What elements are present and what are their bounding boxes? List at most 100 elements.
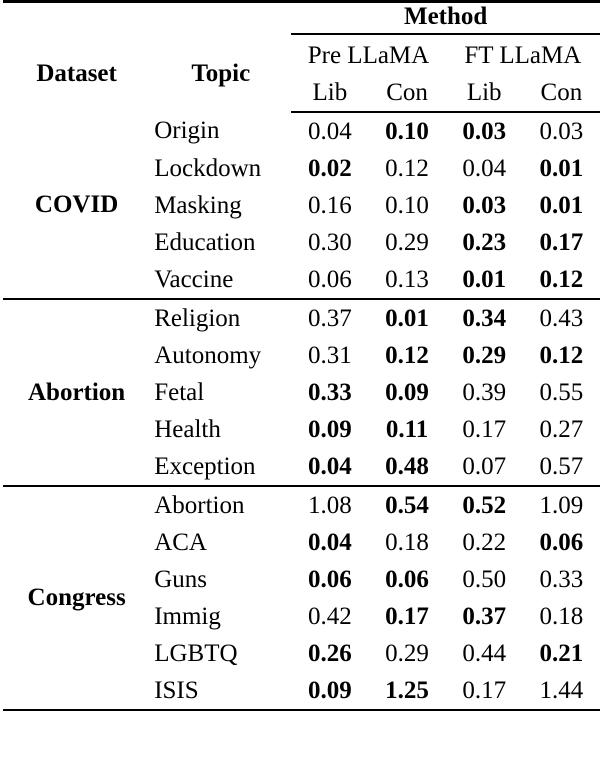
cell-ft-llama-con: 0.33 (539, 565, 584, 593)
cell-pre-llama-lib: 0.16 (308, 191, 352, 219)
topic-label: Exception (150, 448, 292, 487)
table-header: Method Dataset Topic Pre LLaMA FT LLaMA … (3, 0, 600, 113)
cell-pre-llama-lib: 0.04 (308, 528, 352, 556)
cell-pre-llama-lib: 0.04 (291, 448, 369, 487)
cell-pre-llama-con: 0.54 (385, 491, 429, 519)
cell-pre-llama-lib: 0.30 (308, 228, 352, 256)
column-header-pre-llama-lib: Lib (291, 74, 369, 113)
method-label: Method (403, 3, 488, 30)
cell-pre-llama-lib: 0.37 (308, 304, 352, 332)
cell-ft-llama-lib: 0.17 (445, 672, 523, 711)
header-row-groups: Dataset Topic Pre LLaMA FT LLaMA (3, 36, 600, 87)
cell-ft-llama-lib: 0.23 (462, 228, 507, 256)
topic-label: Health (154, 415, 221, 443)
results-table: Method Dataset Topic Pre LLaMA FT LLaMA … (3, 0, 600, 711)
column-header-ft-llama-con: Con (522, 74, 600, 113)
cell-ft-llama-lib: 0.07 (445, 448, 523, 487)
cell-ft-llama-con: 0.01 (539, 154, 584, 182)
cell-pre-llama-con: 0.29 (385, 228, 429, 256)
topic-label: Religion (154, 304, 241, 332)
cell-ft-llama-con: 0.01 (539, 191, 584, 219)
cell-ft-llama-con: 0.06 (539, 528, 584, 556)
topic-label: Vaccine (150, 261, 292, 300)
method-underline (291, 33, 600, 35)
cell-ft-llama-lib: 0.01 (445, 261, 523, 300)
topic-label: Guns (154, 565, 207, 593)
column-header-method: Method (291, 0, 600, 36)
cell-ft-llama-con: 0.12 (522, 261, 600, 300)
topic-label: Abortion (154, 491, 245, 519)
cell-pre-llama-lib: 0.04 (308, 117, 352, 145)
cell-pre-llama-lib: 0.06 (291, 261, 369, 300)
cell-pre-llama-lib: 1.08 (308, 491, 352, 519)
table-body: COVID Origin 0.04 0.10 0.03 0.03 Lockdown 0.02 0… (3, 112, 600, 711)
cell-pre-llama-con: 0.29 (385, 639, 429, 667)
cell-ft-llama-con: 0.18 (539, 602, 584, 630)
topic-label: Autonomy (154, 341, 262, 369)
cell-pre-llama-lib: 0.26 (308, 639, 352, 667)
cell-pre-llama-con: 0.11 (385, 415, 429, 443)
cell-pre-llama-lib: 0.42 (308, 602, 352, 630)
column-header-ft-llama-lib: Lib (445, 74, 523, 113)
header-row-method: Method (3, 0, 600, 36)
cell-pre-llama-con: 0.13 (368, 261, 446, 300)
cell-ft-llama-lib: 0.50 (462, 565, 507, 593)
cell-ft-llama-con: 0.55 (539, 378, 584, 406)
cell-pre-llama-lib: 0.31 (308, 341, 352, 369)
cell-pre-llama-con: 0.17 (385, 602, 429, 630)
header-spacer-topic (150, 0, 292, 36)
cell-ft-llama-lib: 0.52 (462, 491, 507, 519)
cell-pre-llama-con: 0.12 (385, 154, 429, 182)
cell-pre-llama-con: 1.25 (368, 672, 446, 711)
cell-pre-llama-lib: 0.09 (308, 415, 352, 443)
cell-ft-llama-con: 0.21 (539, 639, 584, 667)
header-spacer-dataset (3, 0, 151, 36)
topic-label: ISIS (150, 672, 292, 711)
column-header-pre-llama-con: Con (368, 74, 446, 113)
cell-ft-llama-lib: 0.22 (462, 528, 507, 556)
column-header-dataset: Dataset (36, 60, 117, 87)
table-row: Abortion Religion 0.37 0.01 0.34 0.43 (3, 299, 600, 487)
cell-ft-llama-con: 1.44 (522, 672, 600, 711)
table-row: Congress Abortion 1.08 0.54 0.52 1.09 (3, 486, 600, 711)
topic-label: Immig (154, 602, 221, 630)
cell-pre-llama-con: 0.06 (385, 565, 429, 593)
cell-pre-llama-lib: 0.09 (291, 672, 369, 711)
results-table-container: Method Dataset Topic Pre LLaMA FT LLaMA … (0, 0, 608, 758)
topic-label: Masking (154, 191, 242, 219)
cell-ft-llama-con: 0.12 (539, 341, 584, 369)
cell-pre-llama-con: 0.12 (385, 341, 429, 369)
cell-pre-llama-lib: 0.06 (308, 565, 352, 593)
cell-ft-llama-con: 0.27 (539, 415, 584, 443)
cell-ft-llama-lib: 0.03 (462, 191, 507, 219)
cell-ft-llama-con: 1.09 (539, 491, 584, 519)
cell-ft-llama-con: 0.43 (539, 304, 584, 332)
topic-label: ACA (154, 528, 207, 556)
topic-label: LGBTQ (154, 639, 238, 667)
cell-ft-llama-lib: 0.04 (462, 154, 507, 182)
cell-ft-llama-lib: 0.44 (462, 639, 507, 667)
cell-pre-llama-con: 0.10 (385, 117, 429, 145)
cell-pre-llama-con: 0.01 (385, 304, 429, 332)
cell-pre-llama-lib: 0.02 (308, 154, 352, 182)
cell-ft-llama-lib: 0.03 (462, 117, 507, 145)
column-header-topic: Topic (191, 60, 251, 87)
cell-pre-llama-con: 0.48 (368, 448, 446, 487)
cell-pre-llama-con: 0.09 (385, 378, 429, 406)
column-header-group-pre-llama: Pre LLaMA (307, 42, 430, 69)
table-row: COVID Origin 0.04 0.10 0.03 0.03 (3, 112, 600, 300)
cell-ft-llama-lib: 0.39 (462, 378, 507, 406)
cell-pre-llama-con: 0.10 (385, 191, 429, 219)
topic-label: Origin (154, 117, 220, 144)
cell-ft-llama-lib: 0.17 (462, 415, 507, 443)
cell-ft-llama-lib: 0.29 (462, 341, 507, 369)
topic-label: Fetal (154, 378, 205, 406)
dataset-label: Abortion (3, 299, 151, 487)
cell-ft-llama-lib: 0.34 (462, 304, 507, 332)
cell-pre-llama-con: 0.18 (385, 528, 429, 556)
topic-label: Lockdown (154, 154, 262, 182)
cell-ft-llama-con: 0.17 (539, 228, 584, 256)
column-header-group-ft-llama: FT LLaMA (464, 42, 582, 69)
cell-ft-llama-con: 0.03 (539, 117, 584, 145)
cell-ft-llama-con: 0.57 (522, 448, 600, 487)
